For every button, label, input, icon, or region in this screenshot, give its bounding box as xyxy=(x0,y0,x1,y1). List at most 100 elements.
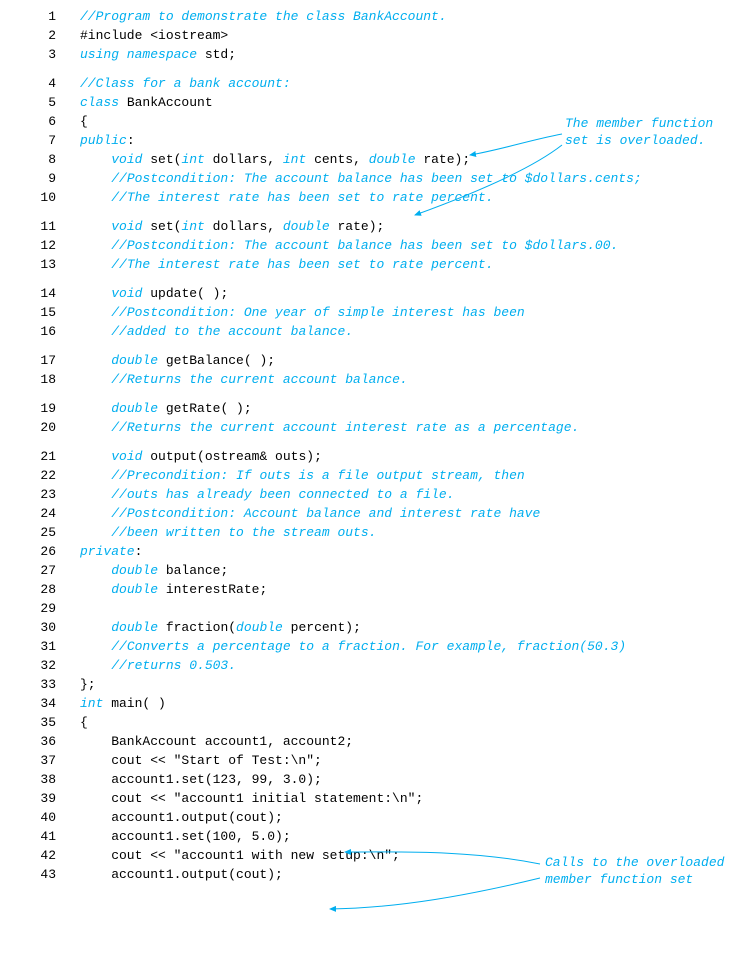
code-token: rate); xyxy=(416,152,471,167)
keyword: double xyxy=(283,219,330,234)
line-number: 12 xyxy=(0,239,80,252)
code-line: 25 //been written to the stream outs. xyxy=(0,526,750,545)
code-line: 14 void update( ); xyxy=(0,287,750,306)
code-content: //Postcondition: The account balance has… xyxy=(80,239,618,252)
annotation-calls: Calls to the overloaded member function … xyxy=(545,855,724,889)
code-content: //Postcondition: Account balance and int… xyxy=(80,507,540,520)
keyword: double xyxy=(236,620,283,635)
code-token: rate); xyxy=(330,219,385,234)
code-content: double getRate( ); xyxy=(80,402,252,415)
code-token xyxy=(80,420,111,435)
line-number: 4 xyxy=(0,77,80,90)
code-content: //been written to the stream outs. xyxy=(80,526,376,539)
line-number: 21 xyxy=(0,450,80,463)
keyword: void xyxy=(111,152,142,167)
line-number: 8 xyxy=(0,153,80,166)
line-number: 30 xyxy=(0,621,80,634)
code-token xyxy=(80,468,111,483)
code-content: account1.output(cout); xyxy=(80,868,283,881)
code-content: double getBalance( ); xyxy=(80,354,275,367)
comment: //returns 0.503. xyxy=(111,658,236,673)
code-line: 1//Program to demonstrate the class Bank… xyxy=(0,10,750,29)
line-number: 17 xyxy=(0,354,80,367)
code-token xyxy=(80,152,111,167)
comment: //Postcondition: The account balance has… xyxy=(111,238,618,253)
code-token: dollars, xyxy=(205,152,283,167)
code-content: public: xyxy=(80,134,135,147)
line-number: 26 xyxy=(0,545,80,558)
code-token xyxy=(80,639,111,654)
line-number: 36 xyxy=(0,735,80,748)
code-line: 4//Class for a bank account: xyxy=(0,77,750,96)
code-content: double fraction(double percent); xyxy=(80,621,361,634)
code-token xyxy=(80,487,111,502)
keyword: double xyxy=(111,401,158,416)
code-token: cout << "account1 initial statement:\n"; xyxy=(80,791,423,806)
code-content: cout << "Start of Test:\n"; xyxy=(80,754,322,767)
line-number: 1 xyxy=(0,10,80,23)
code-line: 30 double fraction(double percent); xyxy=(0,621,750,640)
code-content: //Precondition: If outs is a file output… xyxy=(80,469,525,482)
line-number: 10 xyxy=(0,191,80,204)
comment: //The interest rate has been set to rate… xyxy=(111,257,493,272)
code-line: 36 BankAccount account1, account2; xyxy=(0,735,750,754)
line-number: 37 xyxy=(0,754,80,767)
code-token: : xyxy=(135,544,143,559)
keyword: void xyxy=(111,449,142,464)
code-content: //Postcondition: The account balance has… xyxy=(80,172,642,185)
code-line: 35{ xyxy=(0,716,750,735)
comment: //Postcondition: Account balance and int… xyxy=(111,506,540,521)
line-number: 16 xyxy=(0,325,80,338)
code-line: 34int main( ) xyxy=(0,697,750,716)
line-number: 42 xyxy=(0,849,80,862)
line-number: 6 xyxy=(0,115,80,128)
code-line: 3using namespace std; xyxy=(0,48,750,67)
annotation-text: Calls to the overloaded xyxy=(545,855,724,870)
code-line: 2#include <iostream> xyxy=(0,29,750,48)
code-content: BankAccount account1, account2; xyxy=(80,735,353,748)
code-content: cout << "account1 with new setup:\n"; xyxy=(80,849,400,862)
keyword: class xyxy=(80,95,119,110)
code-content: //The interest rate has been set to rate… xyxy=(80,191,493,204)
code-token: cout << "Start of Test:\n"; xyxy=(80,753,322,768)
comment: //added to the account balance. xyxy=(111,324,353,339)
comment: //Program to demonstrate the class BankA… xyxy=(80,9,447,24)
code-token: update( ); xyxy=(142,286,228,301)
code-token xyxy=(80,582,111,597)
code-content: void set(int dollars, int cents, double … xyxy=(80,153,470,166)
line-number: 22 xyxy=(0,469,80,482)
code-line: 18 //Returns the current account balance… xyxy=(0,373,750,392)
line-number: 3 xyxy=(0,48,80,61)
code-token xyxy=(80,353,111,368)
code-line: 16 //added to the account balance. xyxy=(0,325,750,344)
code-token: interestRate; xyxy=(158,582,267,597)
line-number: 23 xyxy=(0,488,80,501)
code-line: 9 //Postcondition: The account balance h… xyxy=(0,172,750,191)
code-content: double interestRate; xyxy=(80,583,267,596)
keyword: int xyxy=(283,152,306,167)
line-number: 14 xyxy=(0,287,80,300)
code-token: fraction( xyxy=(158,620,236,635)
code-token xyxy=(80,401,111,416)
comment: //The interest rate has been set to rate… xyxy=(111,190,493,205)
keyword: int xyxy=(181,219,204,234)
code-line: 26private: xyxy=(0,545,750,564)
code-token xyxy=(80,305,111,320)
code-token xyxy=(80,219,111,234)
code-content: //Returns the current account balance. xyxy=(80,373,408,386)
code-content: #include <iostream> xyxy=(80,29,228,42)
code-token: std; xyxy=(197,47,236,62)
annotation-text: set is overloaded. xyxy=(565,133,705,148)
code-content: //Postcondition: One year of simple inte… xyxy=(80,306,525,319)
code-line: 28 double interestRate; xyxy=(0,583,750,602)
code-token xyxy=(80,620,111,635)
comment: //Converts a percentage to a fraction. F… xyxy=(111,639,626,654)
code-token: cout << "account1 with new setup:\n"; xyxy=(80,848,400,863)
code-token: #include <iostream> xyxy=(80,28,228,43)
keyword: public xyxy=(80,133,127,148)
code-token: main( ) xyxy=(103,696,165,711)
code-token xyxy=(80,171,111,186)
code-token xyxy=(80,238,111,253)
line-number: 5 xyxy=(0,96,80,109)
code-content: void set(int dollars, double rate); xyxy=(80,220,384,233)
